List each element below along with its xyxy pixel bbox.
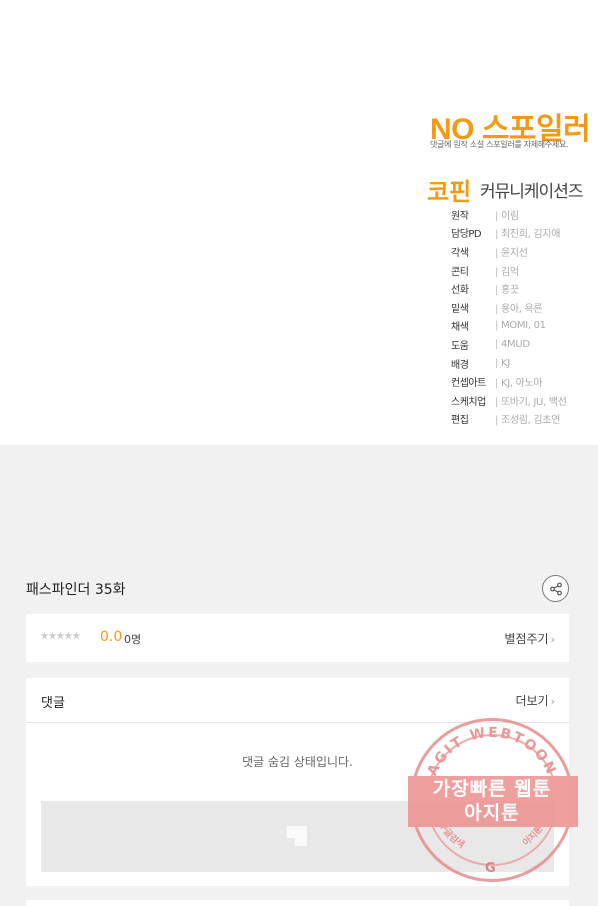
credit-role: 선화: [451, 285, 469, 297]
credit-name: 이림: [495, 207, 519, 222]
credit-name: MOMI, 01: [495, 320, 546, 331]
credit-role: 담당PD: [451, 229, 482, 241]
credit-row: 컨셉아트 KJ, 아노마: [451, 372, 591, 391]
rate-button[interactable]: 별점주기 ›: [504, 630, 555, 647]
more-comments-button[interactable]: 더보기 ›: [515, 692, 555, 709]
credit-role: 스케치업: [451, 396, 486, 408]
ad-placeholder[interactable]: [41, 801, 554, 872]
credit-role: 밑색: [451, 303, 469, 315]
credit-role: 배경: [451, 359, 469, 371]
comic-panel: NO 스포일러 댓글에 원작 소설 스포일러를 자제해주세요. 코핀 커뮤니케이…: [0, 0, 598, 445]
credit-name: 윤지선: [495, 244, 528, 259]
credit-row: 선화 홍끗: [451, 279, 591, 298]
credit-row: 콘티 김억: [451, 261, 591, 280]
credit-name: KJ, 아노마: [495, 374, 543, 389]
credit-name: 조성림, 김초연: [495, 411, 560, 426]
credit-role: 도움: [451, 340, 469, 352]
publisher-name: 커뮤니케이션즈: [480, 182, 583, 202]
credit-name: 김억: [495, 263, 519, 278]
comment-card: 댓글 더보기 › 댓글 숨김 상태입니다.: [26, 678, 569, 886]
credit-row: 편집 조성림, 김초연: [451, 410, 591, 429]
more-button-label: 더보기: [515, 694, 549, 708]
rating-value: 0.0: [100, 629, 123, 645]
no-spoiler-subtitle: 댓글에 원작 소설 스포일러를 자제해주세요.: [430, 140, 569, 149]
credit-row: 도움 4MUD: [451, 335, 591, 354]
credit-row: 각색 윤지선: [451, 242, 591, 261]
credit-row: 담당PD 최진희, 김지애: [451, 224, 591, 243]
credit-row: 채색 MOMI, 01: [451, 317, 591, 336]
credit-row: 배경 KJ: [451, 354, 591, 373]
episode-title: 패스파인더 35화: [26, 582, 126, 598]
credit-role: 컨셉아트: [451, 378, 486, 390]
credit-row: 스케치업 또바기, JU, 백선: [451, 391, 591, 410]
next-card: [26, 900, 569, 906]
credit-role: 편집: [451, 415, 469, 427]
credit-name: 최진희, 김지애: [495, 225, 560, 240]
credit-row: 원작 이림: [451, 205, 591, 224]
credit-name: 용아, 욕른: [495, 300, 543, 315]
credit-name: KJ: [495, 358, 510, 369]
credit-role: 콘티: [451, 266, 469, 278]
credit-role: 원작: [451, 210, 469, 222]
comment-header: 댓글 더보기 ›: [26, 678, 569, 723]
rate-button-label: 별점주기: [504, 632, 549, 646]
comment-label: 댓글: [41, 696, 65, 711]
rating-stars[interactable]: ★★★★★: [40, 631, 81, 642]
rating-card: ★★★★★ 0.0 0명 별점주기 ›: [26, 614, 569, 662]
credit-name: 또바기, JU, 백선: [495, 393, 567, 408]
share-icon: [549, 582, 562, 595]
credit-role: 채색: [451, 322, 469, 334]
credit-role: 각색: [451, 247, 469, 259]
credits-list: 원작 이림담당PD 최진희, 김지애각색 윤지선콘티 김억선화 홍끗밑색 용아, 욕른채색 M…: [451, 205, 591, 428]
chevron-right-icon: ›: [550, 633, 555, 646]
credit-row: 밑색 용아, 욕른: [451, 298, 591, 317]
credit-name: 홍끗: [495, 281, 519, 296]
ad-placeholder-icon: [287, 826, 307, 846]
comments-hidden-message: 댓글 숨김 상태입니다.: [242, 755, 353, 769]
share-button[interactable]: [542, 575, 569, 602]
chevron-right-icon: ›: [550, 695, 555, 708]
publisher-logo: 코핀: [427, 179, 472, 206]
credit-name: 4MUD: [495, 339, 530, 350]
rating-count: 0명: [124, 633, 142, 646]
